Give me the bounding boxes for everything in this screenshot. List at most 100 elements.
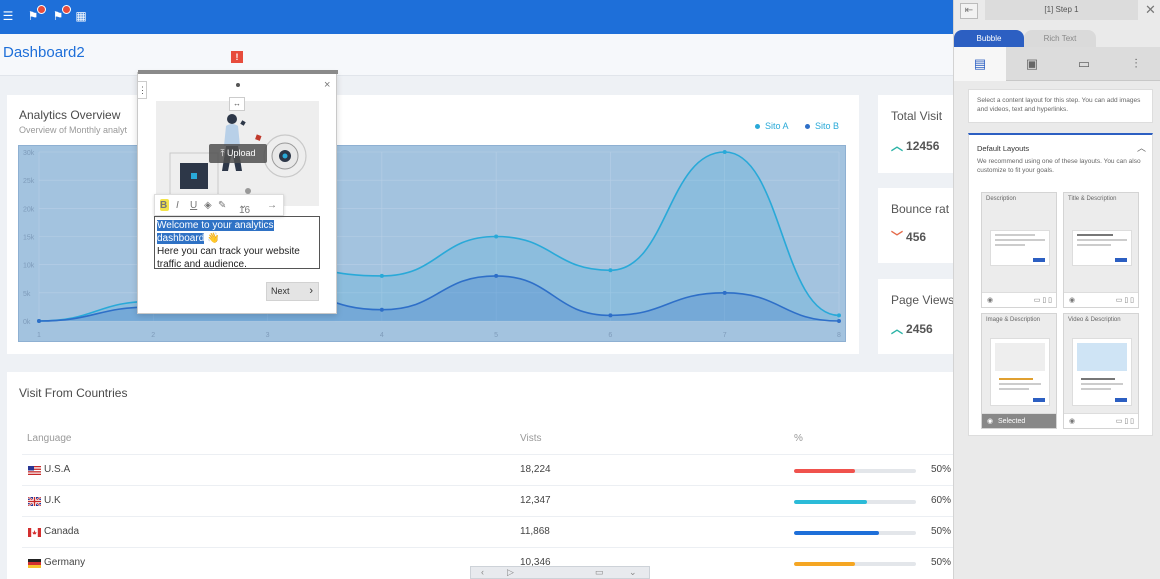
device-icons: ▭ ▯ ▯ — [1115, 297, 1134, 304]
visit-count: 18,224 — [520, 464, 551, 475]
flag-icon[interactable]: ⚑ — [51, 5, 71, 23]
layout-card-title-description[interactable]: Title & Description ◉ ▭ ▯ ▯ — [1063, 192, 1139, 308]
close-icon[interactable]: ✕ — [1145, 2, 1156, 18]
percent-value: 50% — [931, 557, 952, 568]
collapse-panel-icon[interactable]: ⇤ — [960, 3, 978, 19]
chevron-down-icon[interactable]: ⌄ — [629, 567, 637, 578]
eye-icon[interactable]: ◉ — [1069, 414, 1075, 429]
upload-button[interactable]: ⤒ Upload — [209, 144, 267, 163]
data-point — [494, 234, 499, 239]
close-icon[interactable]: × — [324, 79, 330, 91]
table-row[interactable]: U.K 12,347 60% — [22, 485, 953, 516]
device-icons: ▭ ▯ ▯ — [1033, 297, 1052, 304]
table-row[interactable]: U.S.A 18,224 50% — [22, 454, 953, 485]
layout-icon[interactable]: ▤ — [954, 47, 1006, 81]
x-tick-label: 4 — [380, 332, 384, 339]
next-button[interactable]: Next › — [266, 282, 319, 301]
legend-dot — [805, 124, 810, 130]
arrow-up-icon: ︿ — [891, 139, 904, 153]
layout-card-title: Image & Description — [986, 317, 1041, 323]
layout-card-image-description[interactable]: Image & Description ◉ Selected — [981, 313, 1057, 429]
legend-dot — [755, 124, 760, 130]
next-label: Next — [271, 286, 290, 296]
resize-icon[interactable]: ↔ — [229, 97, 245, 111]
column-header-language: Language — [27, 433, 72, 444]
data-point — [722, 150, 727, 154]
stat-value: ︿ 2456 — [891, 320, 933, 337]
data-point — [379, 273, 384, 278]
layout-info: Select a content layout for this step. Y… — [968, 89, 1153, 123]
sliders-icon[interactable]: ⫶ — [1110, 47, 1160, 81]
y-tick-label: 5k — [23, 291, 31, 298]
usa-flag-icon — [28, 466, 41, 475]
bubble-top-handle[interactable] — [138, 70, 338, 74]
italic-icon[interactable]: I — [176, 200, 179, 211]
germany-flag-icon — [28, 559, 41, 568]
selected-label: Selected — [998, 418, 1026, 425]
frame-icon[interactable]: ▣ — [1006, 47, 1058, 81]
layout-preview — [990, 230, 1050, 266]
play-icon[interactable]: ▷ — [507, 567, 514, 578]
progress-fill — [794, 562, 855, 566]
layout-card-video-description[interactable]: Video & Description ◉ ▭ ▯ ▯ — [1063, 313, 1139, 429]
y-tick-label: 10k — [23, 263, 35, 270]
section-title: Default Layouts — [977, 144, 1030, 153]
drag-handle-icon[interactable]: ⋮ — [137, 81, 147, 99]
arrow-left-icon[interactable]: ‹ — [481, 567, 484, 577]
data-point — [379, 307, 384, 312]
step-marker-icon[interactable]: ! — [231, 51, 243, 63]
column-header-visits: Vists — [520, 433, 542, 444]
data-point — [608, 313, 613, 318]
pen-icon[interactable]: ✎ — [218, 200, 226, 211]
column-header-percent: % — [794, 433, 803, 444]
tab-rich-text[interactable]: Rich Text — [1024, 30, 1096, 47]
x-tick-label: 8 — [837, 332, 841, 339]
legend-item-sito-b[interactable]: Sito B — [805, 121, 839, 131]
eye-icon[interactable]: ◉ — [1069, 293, 1075, 308]
underline-icon[interactable]: U — [190, 200, 197, 211]
visit-from-countries-card: Visit From Countries Language Vists % U.… — [7, 372, 953, 579]
stat-number: 12456 — [906, 139, 940, 153]
x-tick-label: 6 — [608, 332, 612, 339]
data-point — [37, 319, 41, 323]
eye-icon[interactable]: ◉ — [987, 414, 993, 429]
progress-fill — [794, 531, 880, 535]
tab-bubble[interactable]: Bubble — [954, 30, 1024, 47]
bounce-rate-card: Bounce rat ﹀ 456 — [878, 188, 953, 263]
menu-icon[interactable]: ☰ — [1, 9, 15, 23]
stat-label: Total Visit — [891, 109, 943, 123]
top-navbar: ☰ ⚑ ⚑ ▦ — [0, 0, 953, 34]
layout-card-description[interactable]: Description ◉ ▭ ▯ ▯ — [981, 192, 1057, 308]
legend-item-sito-a[interactable]: Sito A — [755, 121, 789, 131]
bold-icon[interactable]: B — [160, 200, 167, 211]
bottom-toolbar: ‹ ▷ ▭ ⌄ — [470, 566, 650, 579]
legend-label: Sito A — [765, 121, 789, 131]
editor-side-panel: ⇤ [1] Step 1 ✕ Bubble Rich Text ▤ ▣ ▭ ⫶ … — [953, 0, 1160, 579]
eye-icon[interactable]: ◉ — [987, 293, 993, 308]
analytics-overview-card: Analytics Overview Overview of Monthly a… — [7, 95, 859, 354]
y-tick-label: 0k — [23, 319, 31, 326]
x-tick-label: 1 — [37, 332, 41, 339]
country-name: U.K — [44, 495, 61, 506]
page-title: Dashboard2 — [3, 44, 85, 61]
layout-preview — [1072, 338, 1132, 406]
monitor-icon[interactable]: ▭ — [1058, 47, 1110, 81]
visit-count: 12,347 — [520, 495, 551, 506]
bubble-text-editor[interactable]: Welcome to your analytics dashboard 👋 He… — [154, 216, 320, 270]
data-point — [608, 268, 613, 273]
flag-icon[interactable]: ⚑ — [26, 5, 46, 23]
chevron-up-icon[interactable]: ︿ — [1137, 141, 1146, 154]
data-point — [837, 319, 841, 323]
notification-dot — [37, 5, 46, 14]
font-size-select[interactable]: 16 ⌄ — [239, 200, 250, 216]
window-icon[interactable]: ▭ — [595, 567, 604, 578]
y-tick-label: 15k — [23, 235, 35, 242]
arrow-up-icon: ︿ — [891, 322, 904, 336]
fill-color-icon[interactable]: ◈ — [204, 200, 212, 211]
arrow-right-icon[interactable]: → — [267, 200, 277, 211]
layout-card-title: Video & Description — [1068, 317, 1121, 323]
step-selector[interactable]: [1] Step 1 — [985, 0, 1138, 20]
stat-number: 456 — [906, 230, 927, 244]
table-row[interactable]: Canada 11,868 50% — [22, 516, 953, 547]
grid-icon[interactable]: ▦ — [74, 9, 88, 23]
